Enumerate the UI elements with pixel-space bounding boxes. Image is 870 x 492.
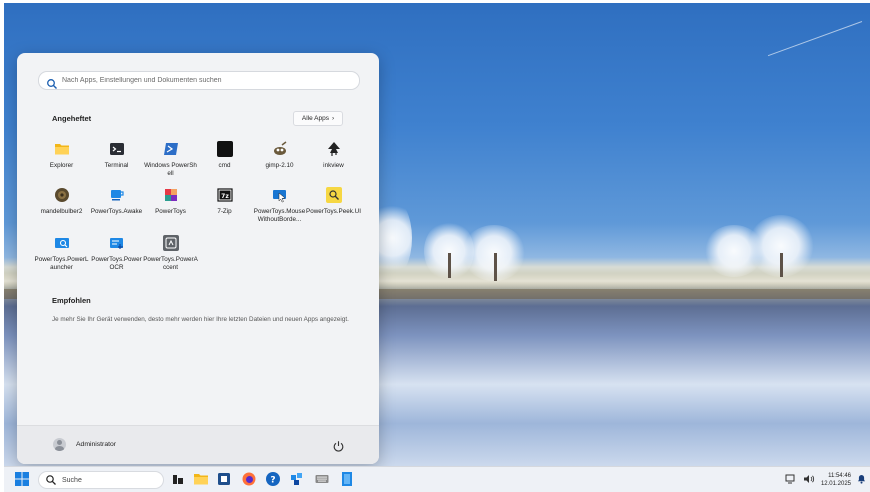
pinned-app-inkview[interactable]: inkview	[306, 141, 361, 170]
start-search-box[interactable]	[38, 71, 360, 90]
ocr-icon	[109, 235, 125, 251]
user-account-button[interactable]: Administrator	[53, 438, 116, 451]
taskbar-app-blue[interactable]	[339, 471, 355, 487]
pinned-app-terminal[interactable]: Terminal	[89, 141, 144, 170]
recommended-text: Je mehr Sie Ihr Gerät verwenden, desto m…	[52, 316, 349, 323]
pinned-app-powerlauncher[interactable]: PowerToys.PowerLauncher	[34, 235, 89, 272]
coffee-cup-icon	[109, 187, 125, 203]
cmd-icon	[216, 141, 233, 157]
app-label: PowerToys.PowerOCR	[91, 256, 142, 271]
network-icon[interactable]	[785, 471, 797, 489]
power-button[interactable]	[332, 438, 345, 452]
pinned-app-poweraccent[interactable]: PowerToys.PowerAccent	[143, 235, 198, 272]
settings-icon	[291, 473, 302, 485]
folder-icon	[194, 474, 208, 485]
pinned-app-explorer[interactable]: Explorer	[34, 141, 89, 170]
inkscape-icon	[326, 141, 342, 157]
pinned-app-mandelbulber2[interactable]: mandelbulber2	[34, 187, 89, 216]
pinned-app-powertoys-awake[interactable]: PowerToys.Awake	[89, 187, 144, 216]
taskbar-search[interactable]: Suche	[38, 471, 164, 489]
gimp-icon	[272, 141, 288, 157]
start-button[interactable]	[14, 471, 30, 487]
powershell-icon	[163, 141, 179, 157]
start-menu: Angeheftet Alle Apps › Explorer Terminal…	[17, 53, 379, 464]
pinned-app-powerocr[interactable]: PowerToys.PowerOCR	[89, 235, 144, 272]
clock[interactable]: 11:54:46 12.01.2025	[821, 472, 851, 488]
pinned-app-cmd[interactable]: cmd	[197, 141, 252, 170]
app-label: mandelbulber2	[40, 208, 83, 215]
user-name: Administrator	[76, 441, 117, 448]
taskbar-app[interactable]	[216, 471, 232, 487]
chevron-right-icon: ›	[331, 115, 335, 122]
start-search-input[interactable]	[62, 77, 342, 84]
task-view-button[interactable]	[170, 471, 186, 487]
window-app-icon	[218, 473, 230, 485]
recommended-heading: Empfohlen	[52, 296, 91, 305]
taskbar-settings[interactable]	[289, 471, 305, 487]
clock-time: 11:54:46	[828, 473, 851, 479]
help-icon: ?	[266, 472, 280, 486]
7zip-icon: 7z	[216, 187, 233, 203]
app-label: PowerToys	[155, 208, 186, 215]
task-view-icon	[173, 475, 183, 484]
svg-text:7z: 7z	[221, 193, 229, 200]
tree-trunk	[448, 253, 451, 278]
all-apps-label: Alle Apps	[301, 115, 329, 122]
app-label: inkview	[323, 162, 344, 169]
taskbar-explorer[interactable]	[193, 471, 209, 487]
tree-trunk	[494, 253, 497, 281]
pinned-app-7zip[interactable]: 7z 7-Zip	[197, 187, 252, 216]
windows-logo-icon	[15, 472, 29, 486]
app-label: PowerToys.Awake	[90, 208, 143, 215]
pinned-app-powertoys[interactable]: PowerToys	[143, 187, 198, 216]
app-label: Windows PowerShell	[144, 162, 197, 177]
taskbar-keyboard[interactable]	[314, 471, 330, 487]
app-label: PowerToys.PowerAccent	[143, 256, 198, 271]
avatar	[53, 438, 66, 451]
powertoys-icon	[163, 187, 179, 203]
search-icon	[46, 475, 56, 485]
clock-date: 12.01.2025	[820, 481, 851, 487]
pinned-heading: Angeheftet	[52, 114, 92, 123]
svg-text:?: ?	[270, 476, 275, 486]
firefox-icon	[242, 472, 256, 486]
app-label: PowerToys.PowerLauncher	[34, 256, 89, 271]
pinned-app-powershell[interactable]: Windows PowerShell	[143, 141, 198, 178]
taskbar-help[interactable]: ?	[265, 471, 281, 487]
all-apps-button[interactable]: Alle Apps ›	[293, 111, 343, 126]
taskbar: Suche ? 11:54:46 12.01.2025	[4, 466, 870, 492]
folder-icon	[54, 141, 70, 157]
pinned-app-mouse-without-borders[interactable]: PowerToys.MouseWithoutBorde...	[252, 187, 307, 224]
mouse-without-borders-icon	[272, 187, 288, 203]
tree-trunk	[780, 253, 783, 277]
taskbar-search-label: Suche	[62, 476, 82, 484]
app-label: gimp-2.10	[265, 162, 294, 169]
launcher-icon	[54, 235, 70, 251]
volume-icon[interactable]	[803, 471, 815, 489]
app-label: Explorer	[49, 162, 74, 169]
app-label: PowerToys.MouseWithoutBorde...	[253, 208, 306, 223]
keyboard-icon	[315, 475, 329, 483]
notification-bell-icon[interactable]	[857, 471, 866, 489]
app-label: 7-Zip	[217, 208, 232, 215]
desktop: Angeheftet Alle Apps › Explorer Terminal…	[4, 3, 870, 492]
app-label: Terminal	[104, 162, 129, 169]
mandelbulber-icon	[54, 187, 70, 203]
accent-icon	[162, 235, 179, 251]
pinned-app-gimp[interactable]: gimp-2.10	[252, 141, 307, 170]
taskbar-firefox[interactable]	[241, 471, 257, 487]
app-label: PowerToys.Peek.UI	[306, 208, 361, 215]
system-tray: 11:54:46 12.01.2025	[785, 470, 866, 490]
terminal-icon	[109, 141, 125, 157]
app-window-icon	[342, 472, 352, 486]
app-label: cmd	[218, 162, 231, 169]
power-icon	[333, 441, 344, 452]
start-menu-footer: Administrator	[17, 425, 379, 464]
peek-icon	[325, 187, 342, 203]
contrail	[767, 21, 863, 57]
search-icon	[46, 75, 58, 89]
pinned-app-peek[interactable]: PowerToys.Peek.UI	[306, 187, 361, 216]
